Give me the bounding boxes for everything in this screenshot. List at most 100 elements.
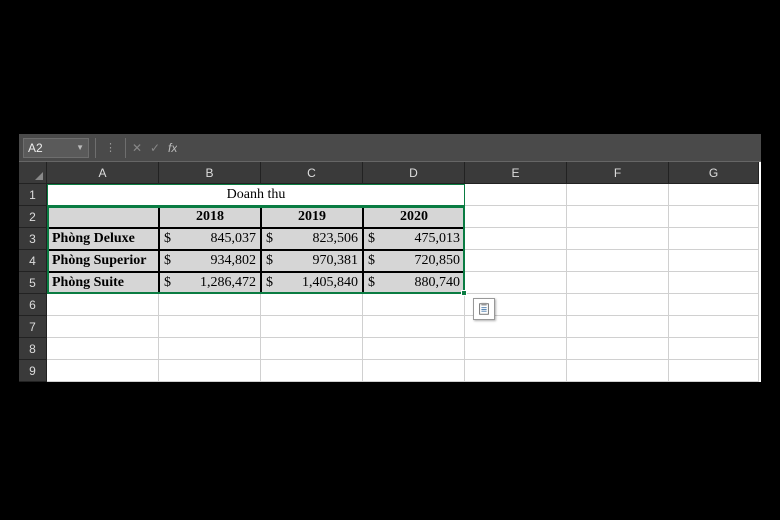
formula-bar: A2 ▼ ⋮ ✕ ✓ fx [19, 134, 761, 162]
cell-C3[interactable]: $823,506 [261, 228, 363, 250]
select-all-corner[interactable] [19, 162, 47, 184]
row-header-7[interactable]: 7 [19, 316, 47, 338]
cell-A3[interactable]: Phòng Deluxe [47, 228, 159, 250]
cell-E5[interactable] [465, 272, 567, 294]
col-header-A[interactable]: A [47, 162, 159, 184]
cell-F2[interactable] [567, 206, 669, 228]
cell-A8[interactable] [47, 338, 159, 360]
cell-G7[interactable] [669, 316, 759, 338]
cell-A9[interactable] [47, 360, 159, 382]
cell-C2[interactable]: 2019 [261, 206, 363, 228]
cell-grid[interactable]: Doanh thu 2018 2019 2020 Phòng Deluxe $8… [47, 184, 761, 382]
col-header-C[interactable]: C [261, 162, 363, 184]
cancel-button[interactable]: ✕ [128, 139, 146, 157]
cell-F4[interactable] [567, 250, 669, 272]
cell-G2[interactable] [669, 206, 759, 228]
sheet-body: 1 2 3 4 5 6 7 8 9 Doanh thu 2018 2019 [19, 184, 761, 382]
cell-D4[interactable]: $720,850 [363, 250, 465, 272]
col-header-G[interactable]: G [669, 162, 759, 184]
value: 845,037 [211, 231, 257, 247]
cell-B3[interactable]: $845,037 [159, 228, 261, 250]
cell-B7[interactable] [159, 316, 261, 338]
currency: $ [368, 275, 375, 291]
cell-E3[interactable] [465, 228, 567, 250]
row-header-1[interactable]: 1 [19, 184, 47, 206]
row-header-4[interactable]: 4 [19, 250, 47, 272]
cell-G8[interactable] [669, 338, 759, 360]
cell-F6[interactable] [567, 294, 669, 316]
cell-E8[interactable] [465, 338, 567, 360]
cell-C9[interactable] [261, 360, 363, 382]
row-header-2[interactable]: 2 [19, 206, 47, 228]
cell-D3[interactable]: $475,013 [363, 228, 465, 250]
cell-B4[interactable]: $934,802 [159, 250, 261, 272]
cell-F1[interactable] [567, 184, 669, 206]
currency: $ [368, 253, 375, 269]
cell-D6[interactable] [363, 294, 465, 316]
cell-F5[interactable] [567, 272, 669, 294]
cell-A4[interactable]: Phòng Superior [47, 250, 159, 272]
cell-F7[interactable] [567, 316, 669, 338]
cell-C6[interactable] [261, 294, 363, 316]
value: 880,740 [415, 275, 461, 291]
cell-F8[interactable] [567, 338, 669, 360]
cell-C5[interactable]: $1,405,840 [261, 272, 363, 294]
cell-G1[interactable] [669, 184, 759, 206]
cell-B6[interactable] [159, 294, 261, 316]
cell-C7[interactable] [261, 316, 363, 338]
value: 720,850 [415, 253, 461, 269]
cancel-icon: ✕ [132, 141, 142, 155]
row-header-3[interactable]: 3 [19, 228, 47, 250]
cell-A1-title[interactable]: Doanh thu [47, 184, 465, 206]
cell-G9[interactable] [669, 360, 759, 382]
value: 475,013 [415, 231, 461, 247]
paste-options-button[interactable] [473, 298, 495, 320]
cell-D5[interactable]: $880,740 [363, 272, 465, 294]
col-header-D[interactable]: D [363, 162, 465, 184]
name-box[interactable]: A2 ▼ [23, 138, 89, 158]
cell-D2[interactable]: 2020 [363, 206, 465, 228]
cell-D9[interactable] [363, 360, 465, 382]
check-icon: ✓ [150, 141, 160, 155]
cell-A6[interactable] [47, 294, 159, 316]
cell-D7[interactable] [363, 316, 465, 338]
cell-G5[interactable] [669, 272, 759, 294]
cell-C8[interactable] [261, 338, 363, 360]
row-header-8[interactable]: 8 [19, 338, 47, 360]
value: 823,506 [313, 231, 359, 247]
col-header-F[interactable]: F [567, 162, 669, 184]
row-header-6[interactable]: 6 [19, 294, 47, 316]
enter-button[interactable]: ✓ [146, 139, 164, 157]
row-header-9[interactable]: 9 [19, 360, 47, 382]
currency: $ [164, 275, 171, 291]
currency: $ [266, 253, 273, 269]
cell-G3[interactable] [669, 228, 759, 250]
divider [95, 138, 96, 158]
col-header-B[interactable]: B [159, 162, 261, 184]
cell-A7[interactable] [47, 316, 159, 338]
cell-E2[interactable] [465, 206, 567, 228]
currency: $ [368, 231, 375, 247]
cell-F9[interactable] [567, 360, 669, 382]
cell-D8[interactable] [363, 338, 465, 360]
name-box-value: A2 [28, 141, 43, 155]
cell-G4[interactable] [669, 250, 759, 272]
cell-A2[interactable] [47, 206, 159, 228]
cell-E9[interactable] [465, 360, 567, 382]
cell-E4[interactable] [465, 250, 567, 272]
cell-C4[interactable]: $970,381 [261, 250, 363, 272]
cell-A5[interactable]: Phòng Suite [47, 272, 159, 294]
cell-B5[interactable]: $1,286,472 [159, 272, 261, 294]
cell-E1[interactable] [465, 184, 567, 206]
col-header-E[interactable]: E [465, 162, 567, 184]
clipboard-icon [477, 302, 491, 316]
row-header-5[interactable]: 5 [19, 272, 47, 294]
spreadsheet-app: A2 ▼ ⋮ ✕ ✓ fx A B C D E F G 1 2 3 4 5 6 … [19, 134, 761, 382]
cell-B8[interactable] [159, 338, 261, 360]
cell-F3[interactable] [567, 228, 669, 250]
formula-input[interactable] [177, 138, 761, 158]
currency: $ [266, 275, 273, 291]
cell-B2[interactable]: 2018 [159, 206, 261, 228]
cell-B9[interactable] [159, 360, 261, 382]
cell-G6[interactable] [669, 294, 759, 316]
